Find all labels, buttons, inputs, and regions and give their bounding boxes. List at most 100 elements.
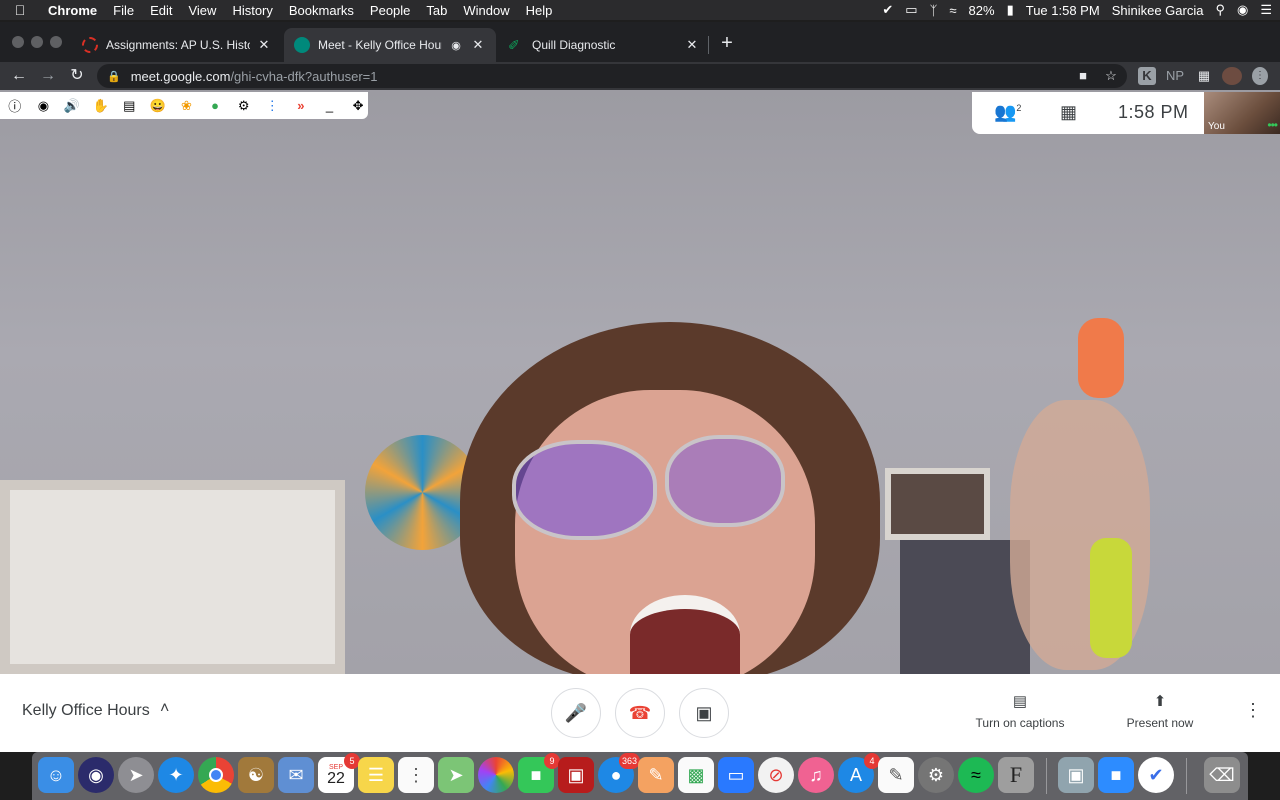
safari-compass-icon[interactable]: ✦ [158, 757, 194, 793]
forward-arrow-icon[interactable]: → [37, 65, 59, 87]
menu-kebab-icon[interactable]: ⋮ [1252, 67, 1268, 85]
camera-button[interactable]: ▣ [679, 688, 729, 738]
tab-close-icon[interactable]: ✕ [256, 37, 272, 53]
siri-icon[interactable]: ◉ [78, 757, 114, 793]
profile-avatar[interactable] [1222, 67, 1242, 85]
spotify-icon[interactable]: ≈ [958, 757, 994, 793]
battery-percent[interactable]: 82% [969, 3, 995, 18]
move-arrows-icon[interactable]: ✥ [348, 98, 368, 114]
window-close-button[interactable] [12, 36, 24, 48]
menu-file[interactable]: File [105, 3, 142, 18]
extensions-puzzle-icon[interactable]: ▦ [1194, 67, 1214, 85]
trash-icon[interactable]: ⌫ [1204, 757, 1240, 793]
spotlight-search-icon[interactable]: ⚲ [1215, 2, 1225, 18]
launchpad-rocket-icon[interactable]: ➤ [118, 757, 154, 793]
menu-window[interactable]: Window [455, 3, 517, 18]
meeting-title[interactable]: Kelly Office Hours [22, 702, 150, 720]
facetime-icon[interactable]: ■ 9 [518, 753, 560, 793]
menu-clock[interactable]: Tue 1:58 PM [1026, 3, 1100, 18]
checkmark-app-icon[interactable]: ✔ [1138, 757, 1174, 793]
tab-quill[interactable]: ✐ Quill Diagnostic ✕ [498, 28, 710, 62]
contacts-icon[interactable]: ☯ [238, 757, 274, 793]
window-zoom-button[interactable] [50, 36, 62, 48]
chevron-up-icon[interactable]: ˄ [160, 700, 169, 718]
menu-view[interactable]: View [180, 3, 224, 18]
menu-people[interactable]: People [362, 3, 418, 18]
minimize-icon[interactable]: _ [320, 98, 340, 113]
more-options-icon[interactable]: ⋮ [1244, 700, 1262, 721]
new-tab-button[interactable]: + [716, 32, 738, 54]
eye-icon[interactable]: ◉ [34, 98, 54, 114]
menu-bookmarks[interactable]: Bookmarks [281, 3, 362, 18]
captions-button[interactable]: ▤ Turn on captions [960, 692, 1080, 730]
back-arrow-icon[interactable]: ← [8, 65, 30, 87]
tab-assignments[interactable]: Assignments: AP U.S. History - ✕ [72, 28, 282, 62]
wifi-icon[interactable]: ≈ [949, 3, 956, 18]
self-view-tile[interactable]: You ••• [1204, 92, 1280, 134]
lock-icon[interactable]: 🔒 [107, 70, 121, 83]
menu-tab[interactable]: Tab [418, 3, 455, 18]
url-host: meet.google.com [130, 68, 231, 84]
bookmark-star-icon[interactable]: ☆ [1101, 67, 1121, 85]
participants-count: 2 [1016, 103, 1022, 113]
participants-button[interactable]: 👥2 [994, 102, 1021, 123]
menu-edit[interactable]: Edit [142, 3, 180, 18]
news-icon[interactable]: ⊘ [758, 757, 794, 793]
chat-icon[interactable]: ▦ [1060, 102, 1077, 123]
bluetooth-icon[interactable]: ᛉ [930, 3, 938, 18]
photo-booth-icon[interactable]: ▣ [558, 757, 594, 793]
double-chevron-icon[interactable]: » [291, 98, 311, 113]
menu-help[interactable]: Help [518, 3, 561, 18]
zoom-video-icon[interactable]: ■ [1098, 757, 1134, 793]
reminders-icon[interactable]: ⋮ [398, 757, 434, 793]
chrome-icon[interactable] [198, 757, 234, 793]
emoji-icon[interactable]: 😀 [148, 98, 168, 114]
numbers-chart-icon[interactable]: ▩ [678, 757, 714, 793]
clipboard-icon[interactable]: ▤ [119, 98, 139, 114]
tab-close-icon[interactable]: ✕ [470, 37, 486, 53]
finder-icon[interactable]: ☺ [38, 757, 74, 793]
extension-k-icon[interactable]: K [1138, 67, 1156, 85]
window-minimize-button[interactable] [31, 36, 43, 48]
siri-icon[interactable]: ◉ [1237, 2, 1248, 18]
microphone-button[interactable]: 🎤 [551, 688, 601, 738]
photos-icon[interactable] [478, 757, 514, 793]
apple-icon[interactable]:  [0, 2, 40, 18]
pages-icon[interactable]: ✎ [638, 757, 674, 793]
notification-center-icon[interactable]: ☰ [1260, 2, 1272, 18]
reload-icon[interactable]: ↻ [66, 65, 88, 87]
messages-icon[interactable]: ● 363 [598, 753, 640, 793]
address-bar[interactable]: 🔒 meet.google.com/ghi-cvha-dfk?authuser=… [97, 64, 1127, 88]
calendar-icon[interactable]: SEP 22 5 [318, 753, 360, 793]
menu-user-name[interactable]: Shinikee Garcia [1112, 3, 1204, 18]
keynote-icon[interactable]: ▭ [718, 757, 754, 793]
more-options-dots-icon[interactable]: ••• [1267, 118, 1278, 132]
music-note-icon[interactable]: ♫ [798, 757, 834, 793]
checkmark-circle-icon[interactable]: ✔ [882, 2, 893, 18]
menu-history[interactable]: History [224, 3, 280, 18]
leave-call-button[interactable]: ☎ [615, 688, 665, 738]
extension-np[interactable]: NP [1164, 67, 1186, 85]
tab-meet[interactable]: Meet - Kelly Office Hours ◉ ✕ [284, 28, 496, 62]
vertical-dots-icon[interactable]: ⋮ [262, 98, 282, 114]
speaker-icon[interactable]: 🔊 [62, 98, 82, 114]
present-now-button[interactable]: ⬆ Present now [1100, 692, 1220, 730]
image-capture-icon[interactable]: ▣ [1058, 757, 1094, 793]
notes-icon[interactable]: ☰ [358, 757, 394, 793]
raise-hand-icon[interactable]: ✋ [91, 98, 111, 114]
airplay-icon[interactable]: ▭ [905, 2, 917, 18]
chat-bubble-icon[interactable]: ● [205, 98, 225, 113]
system-preferences-gear-icon[interactable]: ⚙ [918, 757, 954, 793]
award-ribbon-icon[interactable]: ❀ [177, 98, 197, 114]
battery-icon[interactable]: ▮ [1007, 2, 1014, 18]
font-book-icon[interactable]: F [998, 757, 1034, 793]
maps-icon[interactable]: ➤ [438, 757, 474, 793]
settings-gear-icon[interactable]: ⚙ [234, 98, 254, 114]
info-icon[interactable]: ⓘ [5, 96, 25, 115]
textedit-icon[interactable]: ✎ [878, 757, 914, 793]
tab-close-icon[interactable]: ✕ [684, 37, 700, 53]
camera-in-use-icon[interactable]: ■ [1073, 67, 1093, 85]
app-store-icon[interactable]: A4 [838, 753, 880, 793]
preview-stamp-icon[interactable]: ✉ [278, 757, 314, 793]
menu-app-name[interactable]: Chrome [40, 3, 105, 18]
